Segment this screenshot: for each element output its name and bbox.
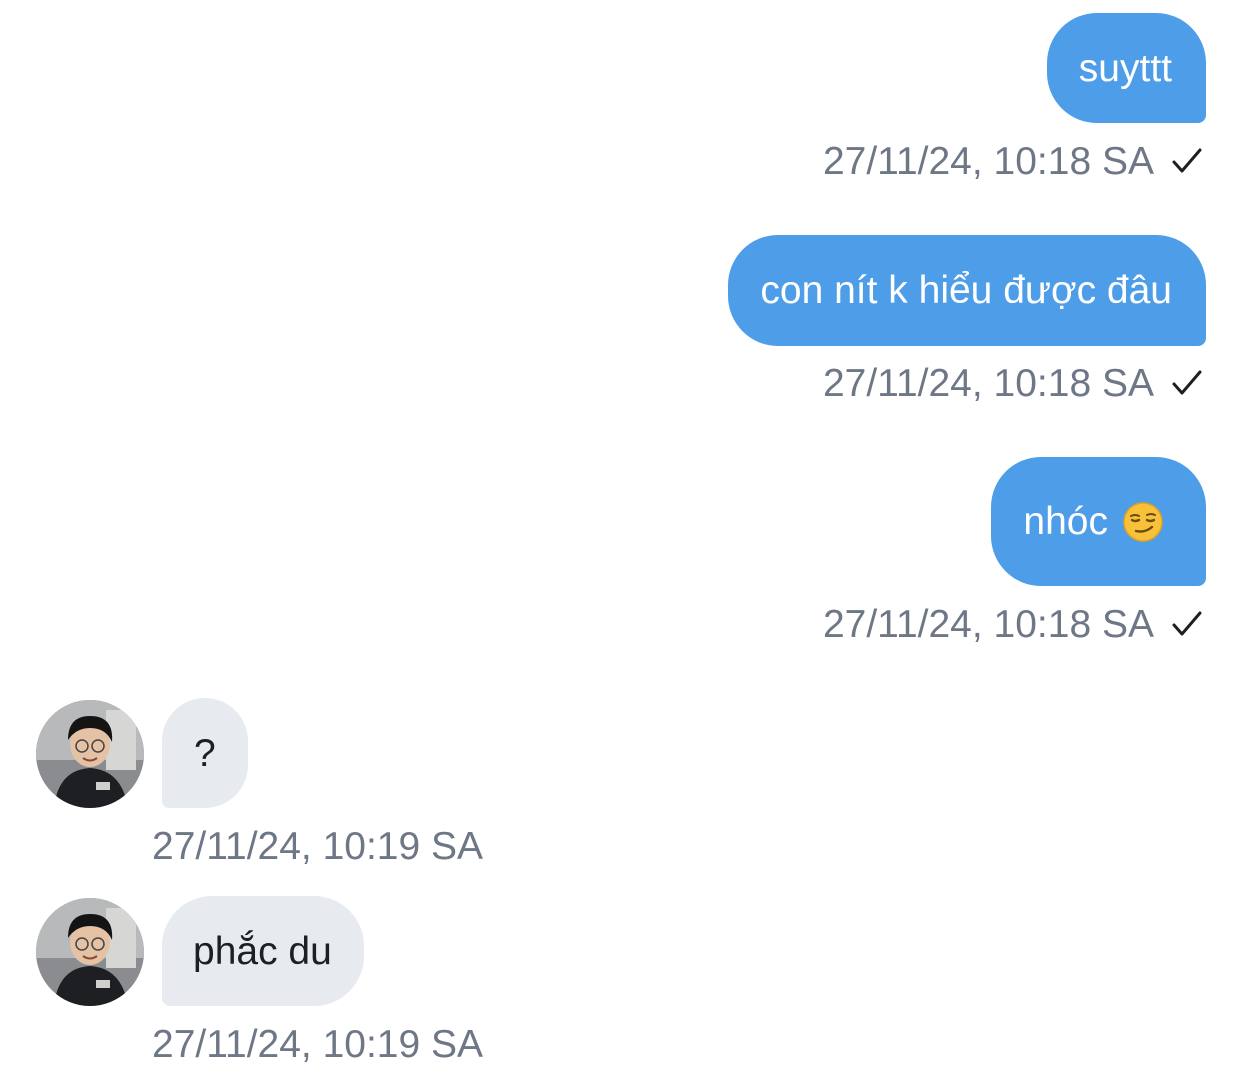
sent-message-bubble[interactable]: nhóc — [991, 457, 1206, 586]
message-meta: 27/11/24, 10:18 SA — [823, 140, 1204, 182]
message-text: phắc du — [193, 929, 332, 973]
contact-avatar[interactable] — [36, 898, 144, 1006]
message-timestamp: 27/11/24, 10:18 SA — [822, 361, 1154, 405]
message-text: nhóc — [1023, 500, 1108, 543]
avatar-photo-icon — [36, 700, 144, 808]
avatar-photo-icon — [36, 898, 144, 1006]
received-message-bubble[interactable]: ? — [162, 698, 248, 808]
message-meta: 27/11/24, 10:19 SA — [152, 825, 483, 867]
message-timestamp: 27/11/24, 10:18 SA — [822, 139, 1154, 183]
check-icon — [1172, 370, 1202, 395]
message-text: con nít k hiểu được đâu — [760, 269, 1172, 312]
received-message-bubble[interactable]: phắc du — [162, 896, 364, 1006]
contact-avatar[interactable] — [36, 700, 144, 808]
chat-thread: suyttt 27/11/24, 10:18 SA con nít k hiểu… — [0, 0, 1242, 1082]
sent-message-bubble[interactable]: con nít k hiểu được đâu — [728, 235, 1206, 346]
check-icon — [1172, 611, 1202, 636]
message-meta: 27/11/24, 10:18 SA — [823, 603, 1204, 645]
message-text: suyttt — [1078, 46, 1172, 90]
smirking-face-icon — [1123, 501, 1163, 542]
check-icon — [1172, 148, 1202, 173]
message-timestamp: 27/11/24, 10:19 SA — [152, 824, 484, 868]
message-meta: 27/11/24, 10:19 SA — [152, 1023, 483, 1065]
message-timestamp: 27/11/24, 10:18 SA — [822, 602, 1154, 646]
message-meta: 27/11/24, 10:18 SA — [823, 362, 1204, 404]
sent-message-bubble[interactable]: suyttt — [1046, 13, 1206, 123]
message-text: ? — [194, 731, 216, 775]
message-timestamp: 27/11/24, 10:19 SA — [152, 1022, 484, 1066]
